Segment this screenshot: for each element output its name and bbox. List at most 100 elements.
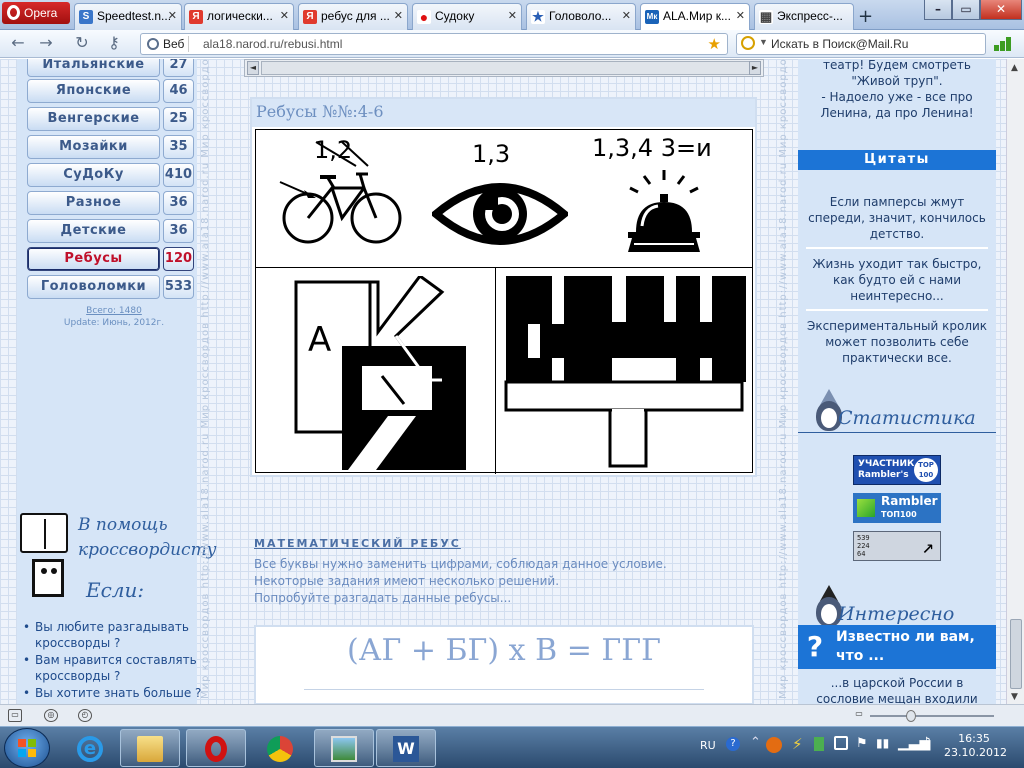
scroll-up-icon[interactable]: ▲ — [1011, 63, 1018, 73]
tab-sudoku[interactable]: ● Судоку ✕ — [412, 3, 522, 30]
category-name[interactable]: Мозайки — [27, 135, 160, 159]
scroll-right-icon[interactable]: ► — [749, 61, 761, 75]
category-count: 35 — [163, 135, 194, 159]
tab-speed-dial[interactable]: ▦ Экспресс-... — [754, 3, 854, 30]
close-tab-icon[interactable]: ✕ — [168, 9, 177, 22]
helper-title[interactable]: В помощь кроссвордисту — [78, 513, 217, 563]
top100-icon: TOP 100 — [914, 458, 938, 482]
back-arrow-icon[interactable]: ← — [8, 35, 28, 53]
flag-icon[interactable]: ⚑ — [856, 736, 868, 751]
turbo-icon[interactable]: ◎ — [44, 709, 58, 722]
category-mosaics[interactable]: Мозайки 35 — [27, 135, 194, 159]
help-icon[interactable]: ? — [726, 737, 740, 751]
explorer-button[interactable] — [120, 729, 180, 767]
start-button[interactable] — [4, 728, 50, 768]
quotes-heading: Цитаты — [798, 150, 996, 170]
category-sudoku[interactable]: СуДоКу 410 — [27, 163, 194, 187]
close-tab-icon[interactable]: ✕ — [280, 9, 289, 22]
opera-menu-button[interactable]: Opera — [2, 2, 70, 24]
new-tab-icon[interactable]: + — [858, 6, 873, 27]
tab-rebus-search[interactable]: Яребус для ... ✕ — [298, 3, 408, 30]
scroll-left-icon[interactable]: ◄ — [247, 61, 259, 75]
lightning-icon[interactable]: ⚡ — [792, 735, 803, 753]
category-name[interactable]: Детские — [27, 219, 160, 243]
zoom-handle[interactable] — [906, 710, 916, 722]
tab-speedtest[interactable]: S Speedtest.n... ✕ — [74, 3, 182, 30]
network-icon[interactable]: ▮▮ — [876, 736, 889, 750]
picture-viewer-button[interactable] — [314, 729, 374, 767]
speed-icon[interactable]: ◴ — [78, 709, 92, 722]
tab-ala-active[interactable]: Мк ALA.Мир к... ✕ — [640, 3, 750, 30]
category-name[interactable]: Разное — [27, 191, 160, 215]
url-text[interactable]: ala18.narod.ru/rebusi.html — [203, 37, 342, 51]
category-name[interactable]: Венгерские — [27, 107, 160, 131]
web-badge[interactable]: Веб — [145, 36, 190, 52]
chevron-up-icon[interactable]: ⌃ — [750, 735, 761, 750]
page-vertical-scrollbar[interactable]: ▲ ▼ — [1006, 59, 1024, 704]
category-kids[interactable]: Детские 36 — [27, 219, 194, 243]
visit-counter-badge[interactable]: 539 224 64 ↗ — [853, 531, 941, 561]
chrome-button[interactable] — [250, 729, 310, 767]
category-japanese[interactable]: Японские 46 — [27, 79, 194, 103]
minimize-button[interactable]: – — [924, 0, 952, 20]
close-tab-icon[interactable]: ✕ — [736, 9, 745, 22]
rambler-top100-badge[interactable]: Rambler ТОП100 — [853, 493, 941, 523]
category-name[interactable]: Японские — [27, 79, 160, 103]
view-icon[interactable]: ▭ — [852, 709, 866, 722]
device-icon[interactable] — [834, 736, 848, 750]
category-hungarian[interactable]: Венгерские 25 — [27, 107, 194, 131]
word-button[interactable]: W — [376, 729, 436, 767]
opera-taskbar-button[interactable] — [186, 729, 246, 767]
category-name[interactable]: СуДоКу — [27, 163, 160, 187]
joke-line: Ленина, да про Ленина! — [820, 106, 974, 120]
fact-text: ...в царской России в сословие мещан вхо… — [816, 676, 978, 704]
close-tab-icon[interactable]: ✕ — [622, 9, 631, 22]
clock[interactable]: 16:35 23.10.2012 — [944, 732, 1007, 760]
category-name[interactable]: Головоломки — [27, 275, 160, 299]
stats-heading: Статистика — [838, 407, 976, 429]
download-icon[interactable] — [814, 737, 824, 751]
tab-label: Экспресс-... — [777, 9, 843, 23]
tab-puzzles[interactable]: ★ Головоло... ✕ — [526, 3, 636, 30]
inner-horizontal-scrollbar[interactable]: ◄ ► — [244, 59, 764, 77]
list-item: Вы любите разгадывать кроссворды ? — [21, 619, 207, 651]
dropdown-arrow-icon[interactable]: ▼ — [759, 37, 768, 47]
search-field[interactable]: ▼ Искать в Поиск@Mail.Ru — [736, 33, 986, 55]
zoom-slider[interactable] — [870, 710, 994, 722]
category-name[interactable]: Ребусы — [27, 247, 160, 271]
key-icon[interactable]: ⚷ — [104, 35, 124, 53]
volume-icon[interactable]: ♪ — [922, 735, 931, 751]
update-date: Update: Июнь, 2012г. — [63, 318, 165, 328]
language-indicator[interactable]: RU — [700, 739, 716, 752]
forward-arrow-icon[interactable]: → — [36, 35, 56, 53]
watermark-strip-right: Мир кроссвордов http://www.ala18.narod.r… — [776, 59, 794, 704]
scroll-thumb[interactable] — [261, 61, 757, 75]
bookmark-star-icon[interactable]: ★ — [708, 35, 721, 53]
category-misc[interactable]: Разное 36 — [27, 191, 194, 215]
category-rebuses-active[interactable]: Ребусы 120 — [27, 247, 194, 271]
internet-explorer-button[interactable]: e — [60, 729, 120, 767]
divider — [256, 267, 752, 268]
tab-label: Судоку — [435, 9, 475, 23]
divider — [798, 432, 996, 433]
app-tray-icon[interactable] — [766, 737, 782, 753]
reload-icon[interactable]: ↻ — [72, 35, 92, 53]
category-italian[interactable]: Итальянские 27 — [27, 59, 194, 77]
panel-toggle-icon[interactable]: ▭ — [8, 709, 22, 722]
crossword-helper[interactable]: В помощь кроссвордисту Если: — [20, 513, 217, 613]
tab-logic[interactable]: Ялогически... ✕ — [184, 3, 294, 30]
category-name[interactable]: Итальянские — [27, 59, 160, 77]
close-window-button[interactable]: ✕ — [980, 0, 1022, 20]
total-count[interactable]: Всего: 1480 — [39, 305, 189, 317]
clock-time: 16:35 — [958, 732, 990, 745]
close-tab-icon[interactable]: ✕ — [394, 9, 403, 22]
close-tab-icon[interactable]: ✕ — [508, 9, 517, 22]
math-rebus-heading[interactable]: МАТЕМАТИЧЕСКИЙ РЕБУС — [254, 537, 461, 550]
windows-taskbar: e W RU ? ⌃ ⚡ ⚑ ▮▮ ▁▃▅ ♪ 16:35 23.10.2012 — [0, 726, 1024, 768]
scroll-down-icon[interactable]: ▼ — [1011, 692, 1018, 702]
category-brainteasers[interactable]: Головоломки 533 — [27, 275, 194, 299]
maximize-button[interactable]: ▭ — [952, 0, 980, 20]
address-bar[interactable]: Веб ala18.narod.ru/rebusi.html ★ — [140, 33, 728, 55]
scroll-thumb[interactable] — [1010, 619, 1022, 689]
rambler-member-badge[interactable]: УЧАСТНИК Rambler's TOP 100 — [853, 455, 941, 485]
